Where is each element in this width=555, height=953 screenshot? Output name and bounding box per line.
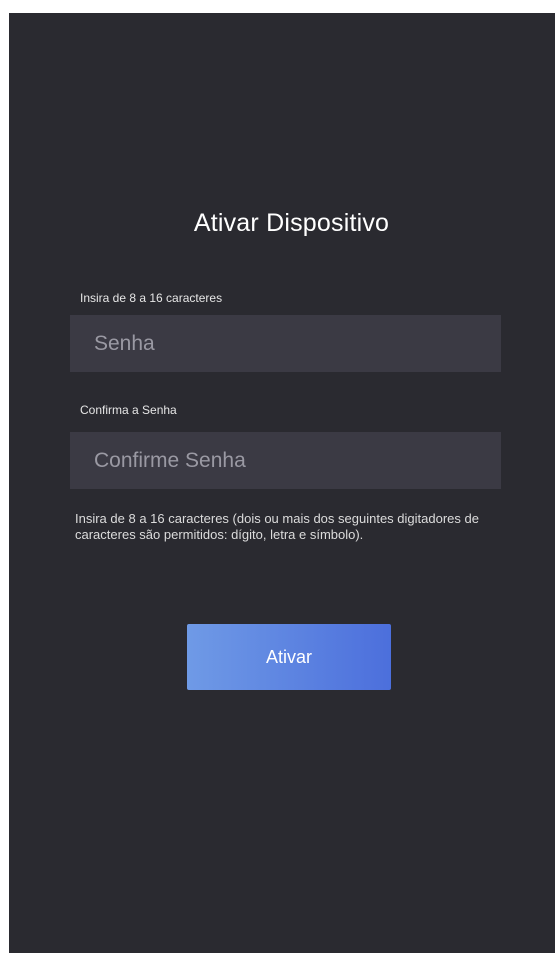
password-field-container (70, 315, 501, 372)
password-input[interactable] (70, 315, 501, 372)
password-hint: Insira de 8 a 16 caracteres (dois ou mai… (75, 511, 479, 542)
activation-screen: Ativar Dispositivo Insira de 8 a 16 cara… (9, 13, 555, 953)
confirm-password-field-container (70, 432, 501, 489)
confirm-password-label: Confirma a Senha (80, 403, 177, 417)
page-title: Ativar Dispositivo (193, 209, 390, 237)
activate-button[interactable]: Ativar (187, 624, 391, 690)
confirm-password-input[interactable] (70, 432, 501, 489)
password-label: Insira de 8 a 16 caracteres (80, 291, 223, 305)
